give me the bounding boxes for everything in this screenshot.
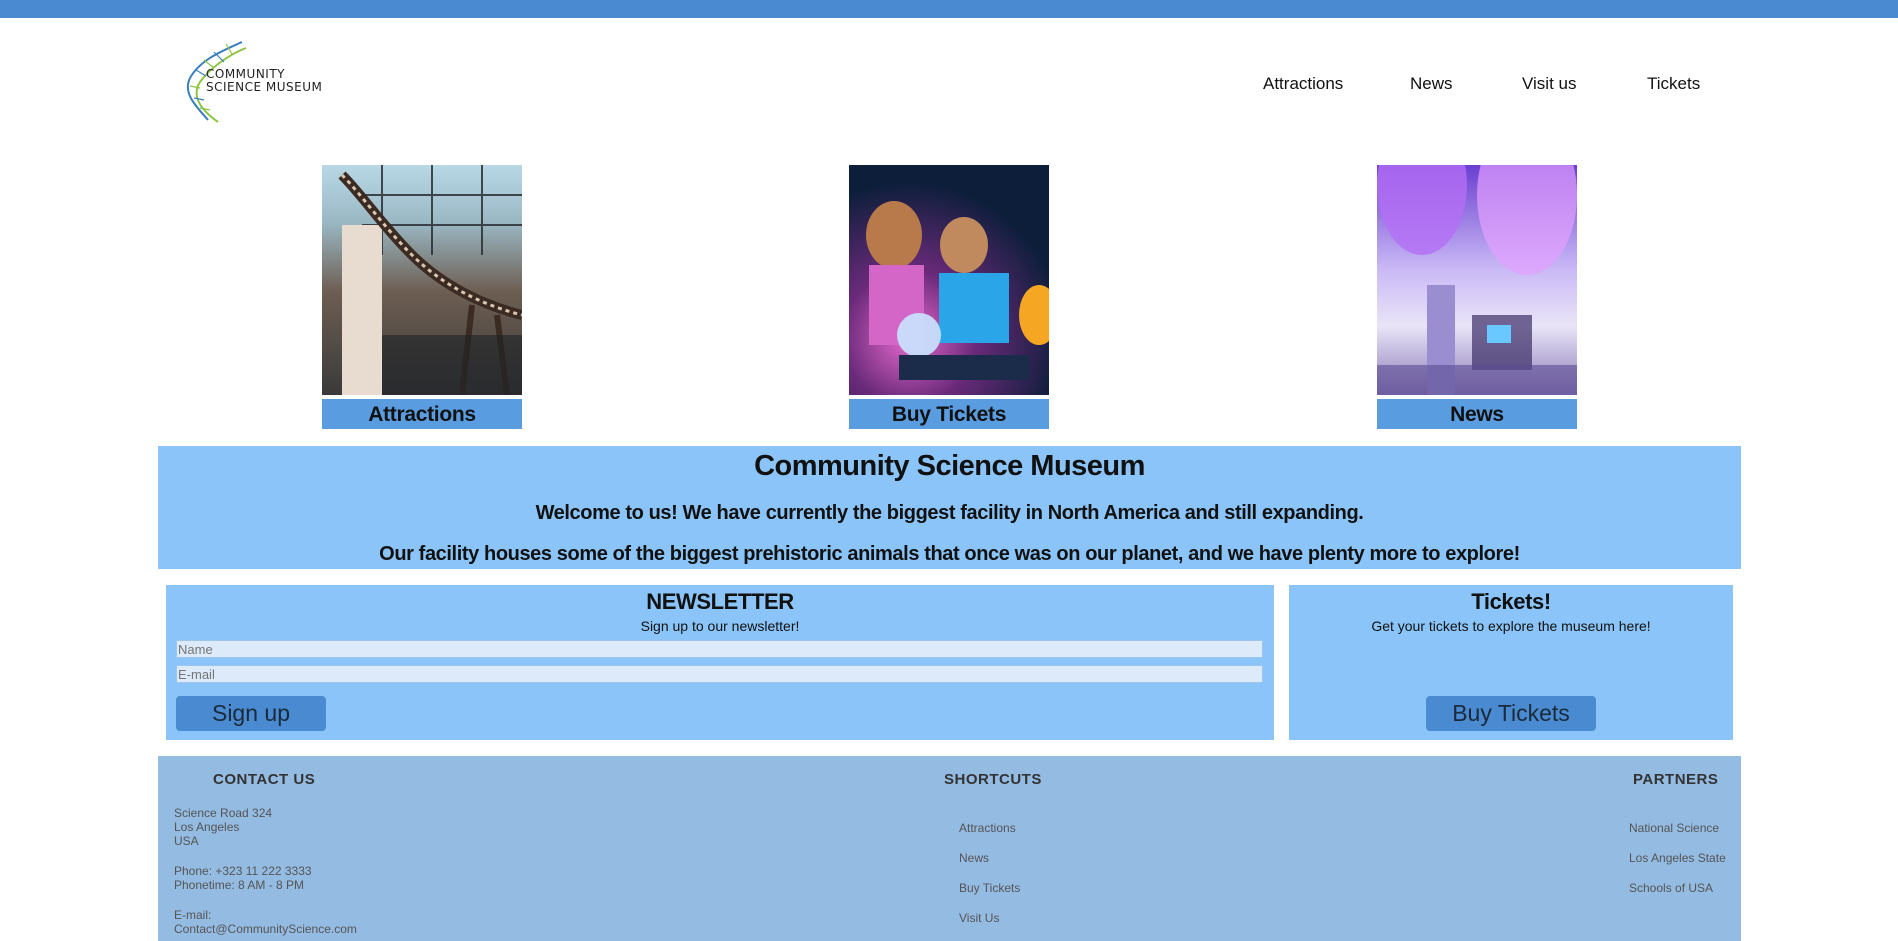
tickets-title: Tickets! — [1471, 589, 1551, 614]
nav-visit-us[interactable]: Visit us — [1522, 74, 1577, 94]
newsletter-panel: NEWSLETTER Sign up to our newsletter! Si… — [166, 585, 1274, 740]
tickets-panel: Tickets! Get your tickets to explore the… — [1289, 585, 1733, 740]
facility-text: Our facility houses some of the biggest … — [379, 543, 1520, 565]
card-attractions[interactable]: Attractions — [322, 165, 522, 429]
card-label-attractions[interactable]: Attractions — [322, 399, 522, 429]
contact-phone: Phone: +323 11 222 3333 — [174, 864, 312, 878]
page-title: Community Science Museum — [754, 450, 1145, 482]
name-input[interactable] — [176, 640, 1263, 658]
shortcut-news[interactable]: News — [959, 851, 989, 865]
logo-text: COMMUNITY SCIENCE MUSEUM — [206, 68, 322, 94]
address-street: Science Road 324 — [174, 806, 273, 820]
contact-heading: CONTACT US — [213, 771, 316, 788]
shortcut-attractions[interactable]: Attractions — [959, 821, 1016, 835]
partner-los-angeles-state[interactable]: Los Angeles State — [1629, 851, 1726, 865]
kids-exhibit-image[interactable] — [849, 165, 1049, 395]
nav-tickets[interactable]: Tickets — [1647, 74, 1700, 94]
address-country: USA — [174, 834, 199, 848]
shortcut-buy-tickets[interactable]: Buy Tickets — [959, 881, 1020, 895]
newsletter-subtitle: Sign up to our newsletter! — [640, 618, 800, 634]
museum-logo[interactable]: COMMUNITY SCIENCE MUSEUM — [180, 38, 330, 124]
partners-heading: PARTNERS — [1633, 771, 1719, 788]
card-label-buy-tickets[interactable]: Buy Tickets — [849, 399, 1049, 429]
card-label-news[interactable]: News — [1377, 399, 1577, 429]
contact-email-link[interactable]: Contact@CommunityScience.com — [174, 922, 357, 936]
nav-news[interactable]: News — [1410, 74, 1453, 94]
top-accent-bar — [0, 0, 1898, 18]
contact-email-label: E-mail: — [174, 908, 212, 922]
address-city: Los Angeles — [174, 820, 240, 834]
tickets-subtitle: Get your tickets to explore the museum h… — [1371, 618, 1651, 634]
futuristic-gallery-image[interactable] — [1377, 165, 1577, 395]
contact-phonetime: Phonetime: 8 AM - 8 PM — [174, 878, 305, 892]
shortcuts-heading: SHORTCUTS — [944, 771, 1042, 788]
logo-line-2: SCIENCE MUSEUM — [206, 80, 323, 94]
partner-national-science[interactable]: National Science — [1629, 821, 1719, 835]
sign-up-button[interactable]: Sign up — [176, 696, 326, 731]
nav-attractions[interactable]: Attractions — [1263, 74, 1343, 94]
dinosaur-skeleton-image[interactable] — [322, 165, 522, 395]
shortcut-visit-us[interactable]: Visit Us — [959, 911, 999, 925]
newsletter-title: NEWSLETTER — [646, 589, 794, 614]
welcome-section: Community Science Museum Welcome to us! … — [158, 446, 1741, 569]
email-input[interactable] — [176, 665, 1263, 683]
card-news[interactable]: News — [1377, 165, 1577, 429]
footer: CONTACT US Science Road 324 Los Angeles … — [158, 756, 1741, 941]
contact-address: Science Road 324 Los Angeles USA Phone: … — [174, 806, 357, 936]
welcome-text: Welcome to us! We have currently the big… — [535, 502, 1364, 524]
partner-schools-of-usa[interactable]: Schools of USA — [1629, 881, 1713, 895]
buy-tickets-button[interactable]: Buy Tickets — [1426, 696, 1596, 731]
card-buy-tickets[interactable]: Buy Tickets — [849, 165, 1049, 429]
